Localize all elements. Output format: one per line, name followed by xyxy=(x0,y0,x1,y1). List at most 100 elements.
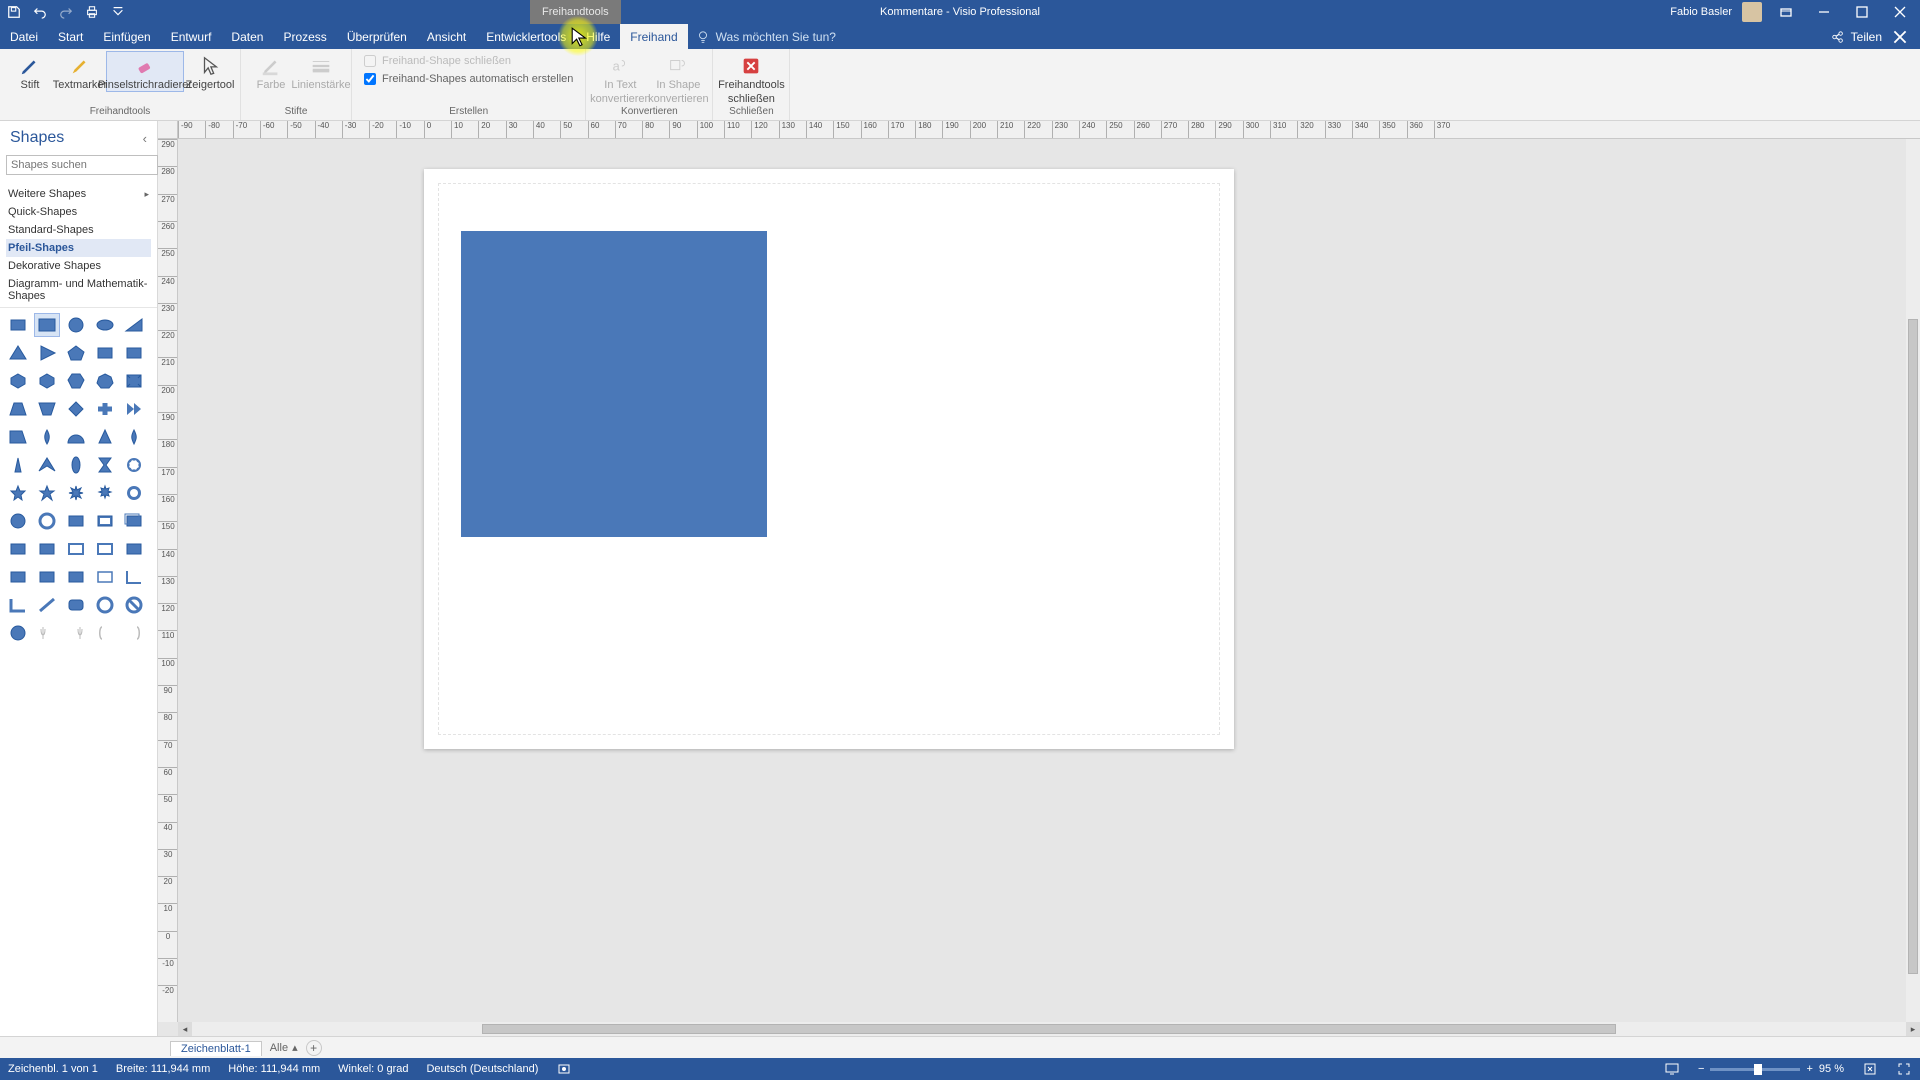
tab-hilfe[interactable]: Hilfe xyxy=(576,24,620,49)
shape-stencil-item[interactable] xyxy=(6,622,30,644)
shape-stencil-item[interactable] xyxy=(6,482,30,504)
fit-page-icon[interactable] xyxy=(1862,1061,1878,1077)
collapse-panel-icon[interactable]: ‹ xyxy=(143,131,147,146)
tab-freihand[interactable]: Freihand xyxy=(620,24,687,49)
tab-datei[interactable]: Datei xyxy=(0,24,48,49)
maximize-icon[interactable] xyxy=(1848,2,1876,22)
shape-stencil-item[interactable] xyxy=(6,342,30,364)
shape-stencil-item[interactable] xyxy=(122,538,146,560)
zoom-slider[interactable] xyxy=(1710,1068,1800,1071)
qat-customize-icon[interactable] xyxy=(110,4,126,20)
shapes-search[interactable]: ▾ xyxy=(6,155,151,175)
shapes-search-input[interactable] xyxy=(6,155,158,175)
checkbox[interactable] xyxy=(364,73,376,85)
tab-ansicht[interactable]: Ansicht xyxy=(417,24,476,49)
close-pane-icon[interactable] xyxy=(1888,30,1912,44)
shape-stencil-item[interactable] xyxy=(35,370,59,392)
scroll-right-icon[interactable]: ▸ xyxy=(1906,1022,1920,1036)
cat-standard-shapes[interactable]: Standard-Shapes xyxy=(6,221,151,239)
cat-weitere-shapes[interactable]: Weitere Shapes▸ xyxy=(6,185,151,203)
presentation-mode-icon[interactable] xyxy=(1664,1061,1680,1077)
tab-entwicklertools[interactable]: Entwicklertools xyxy=(476,24,576,49)
pinselstrichradierer-button[interactable]: Pinselstrichradierer xyxy=(106,51,184,92)
shape-stencil-item[interactable] xyxy=(122,342,146,364)
macro-record-icon[interactable] xyxy=(556,1061,572,1077)
shape-stencil-item[interactable] xyxy=(122,370,146,392)
sheet-tab-all[interactable]: Alle ▴ xyxy=(270,1041,298,1054)
zoom-value[interactable]: 95 % xyxy=(1819,1063,1844,1075)
scroll-left-icon[interactable]: ◂ xyxy=(178,1022,192,1036)
shape-stencil-item[interactable] xyxy=(122,510,146,532)
shape-stencil-item[interactable] xyxy=(93,566,117,588)
shape-stencil-item[interactable] xyxy=(6,510,30,532)
user-avatar[interactable] xyxy=(1742,2,1762,22)
sheet-tab-zeichenblatt-1[interactable]: Zeichenblatt-1 xyxy=(170,1041,262,1056)
shape-stencil-item[interactable] xyxy=(64,594,88,616)
share-button[interactable]: Teilen xyxy=(1851,30,1882,44)
shape-stencil-item[interactable] xyxy=(122,594,146,616)
auto-create-shapes-checkbox[interactable]: Freihand-Shapes automatisch erstellen xyxy=(364,73,573,85)
cat-dekorative-shapes[interactable]: Dekorative Shapes xyxy=(6,257,151,275)
shape-stencil-item[interactable] xyxy=(93,482,117,504)
close-icon[interactable] xyxy=(1886,2,1914,22)
shape-stencil-item[interactable] xyxy=(35,538,59,560)
shape-stencil-item[interactable] xyxy=(35,398,59,420)
tab-prozess[interactable]: Prozess xyxy=(273,24,336,49)
shape-stencil-item[interactable] xyxy=(93,510,117,532)
shape-stencil-item[interactable] xyxy=(93,314,117,336)
tab-daten[interactable]: Daten xyxy=(221,24,273,49)
tab-ueberpruefen[interactable]: Überprüfen xyxy=(337,24,417,49)
shape-stencil-item[interactable] xyxy=(64,622,88,644)
zoom-in-icon[interactable]: + xyxy=(1806,1063,1812,1075)
print-icon[interactable] xyxy=(84,4,100,20)
shape-stencil-item[interactable] xyxy=(122,622,146,644)
shape-stencil-item[interactable] xyxy=(6,566,30,588)
shape-stencil-item[interactable] xyxy=(35,622,59,644)
cat-quick-shapes[interactable]: Quick-Shapes xyxy=(6,203,151,221)
shape-stencil-item[interactable] xyxy=(6,370,30,392)
vertical-scrollbar[interactable] xyxy=(1906,139,1920,1022)
shape-stencil-item[interactable] xyxy=(64,314,88,336)
tab-entwurf[interactable]: Entwurf xyxy=(161,24,222,49)
tell-me-search[interactable]: Was möchten Sie tun? xyxy=(688,24,844,49)
zoom-control[interactable]: − + 95 % xyxy=(1698,1063,1844,1075)
shape-stencil-item[interactable] xyxy=(122,454,146,476)
shape-stencil-item[interactable] xyxy=(6,594,30,616)
shape-stencil-item[interactable] xyxy=(35,510,59,532)
cat-pfeil-shapes[interactable]: Pfeil-Shapes xyxy=(6,239,151,257)
shape-stencil-item[interactable] xyxy=(93,622,117,644)
tab-start[interactable]: Start xyxy=(48,24,93,49)
blue-rectangle-shape[interactable] xyxy=(461,231,767,537)
shape-stencil-item[interactable] xyxy=(64,370,88,392)
ribbon-display-options-icon[interactable] xyxy=(1772,2,1800,22)
share-icon[interactable] xyxy=(1831,30,1845,44)
shape-stencil-item[interactable] xyxy=(64,342,88,364)
shape-stencil-item[interactable] xyxy=(122,482,146,504)
shape-stencil-item[interactable] xyxy=(93,454,117,476)
shape-stencil-item[interactable] xyxy=(122,398,146,420)
shape-stencil-item[interactable] xyxy=(35,314,59,336)
shape-stencil-item[interactable] xyxy=(64,398,88,420)
shape-stencil-item[interactable] xyxy=(35,342,59,364)
shape-stencil-item[interactable] xyxy=(35,482,59,504)
shape-stencil-item[interactable] xyxy=(93,426,117,448)
shape-stencil-item[interactable] xyxy=(122,566,146,588)
shape-stencil-item[interactable] xyxy=(122,426,146,448)
scrollbar-thumb[interactable] xyxy=(1908,319,1918,974)
textmarker-button[interactable]: Textmarker xyxy=(56,51,104,92)
shape-stencil-item[interactable] xyxy=(6,454,30,476)
shape-stencil-item[interactable] xyxy=(6,538,30,560)
shape-stencil-item[interactable] xyxy=(64,510,88,532)
status-language[interactable]: Deutsch (Deutschland) xyxy=(426,1063,538,1075)
shape-stencil-item[interactable] xyxy=(6,426,30,448)
shape-stencil-item[interactable] xyxy=(35,454,59,476)
drawing-canvas[interactable] xyxy=(178,139,1920,1022)
shape-stencil-item[interactable] xyxy=(6,314,30,336)
shape-stencil-item[interactable] xyxy=(93,370,117,392)
shape-stencil-item[interactable] xyxy=(122,314,146,336)
freihandtools-schliessen-button[interactable]: Freihandtools schließen xyxy=(719,51,783,106)
shape-stencil-item[interactable] xyxy=(93,594,117,616)
undo-icon[interactable] xyxy=(32,4,48,20)
stift-button[interactable]: Stift xyxy=(6,51,54,92)
shape-stencil-item[interactable] xyxy=(93,398,117,420)
